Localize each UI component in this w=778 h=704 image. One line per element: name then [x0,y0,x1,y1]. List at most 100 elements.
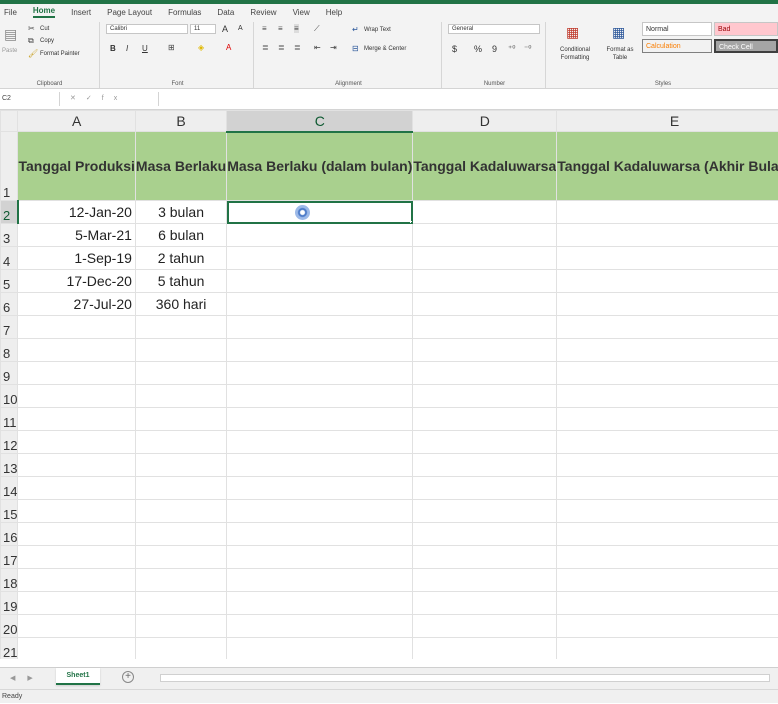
cell[interactable] [556,246,778,270]
orientation-icon[interactable]: ⟋ [314,24,320,34]
font-color-icon[interactable]: A [226,43,231,52]
cell[interactable] [412,338,558,362]
font-size-dropdown[interactable]: 11 [190,24,216,34]
sheet-tab-sheet1[interactable]: Sheet1 [56,668,100,685]
row-header[interactable]: 17 [0,545,19,569]
header-cell-tanggal-kadaluwarsa-akhir[interactable]: Tanggal Kadaluwarsa (Akhir Bulan) [556,131,778,201]
cell[interactable] [134,384,228,408]
cell[interactable] [17,338,136,362]
cell-production-date[interactable]: 12-Jan-20 [17,200,136,224]
cell[interactable] [412,453,558,477]
cell[interactable] [556,453,778,477]
cell[interactable] [134,522,228,546]
cell-production-date[interactable]: 17-Dec-20 [17,269,136,293]
cell[interactable] [556,315,778,339]
cell-validity[interactable]: 5 tahun [134,269,228,293]
style-bad[interactable]: Bad [714,22,778,36]
cell[interactable] [17,453,136,477]
cell[interactable] [226,476,414,500]
shrink-font-button[interactable]: A [238,25,243,32]
cell[interactable] [17,407,136,431]
active-cell-c2[interactable] [226,200,414,224]
row-header[interactable]: 19 [0,591,19,615]
comma-button[interactable]: 9 [492,44,497,54]
header-cell-tanggal-produksi[interactable]: Tanggal Produksi [17,131,136,201]
cell[interactable] [226,591,414,615]
cell-validity[interactable]: 360 hari [134,292,228,316]
horizontal-scrollbar[interactable] [160,674,770,682]
tab-insert[interactable]: Insert [71,8,91,18]
cell[interactable] [17,361,136,385]
cell[interactable] [226,568,414,592]
cell[interactable] [17,568,136,592]
wrap-text-icon[interactable]: ↵ [352,25,359,34]
row-header[interactable]: 15 [0,499,19,523]
enter-icon[interactable]: ✓ [86,95,102,102]
paste-icon[interactable]: ▤ [4,26,17,43]
cell[interactable] [412,246,558,270]
cell[interactable] [556,223,778,247]
cell-validity[interactable]: 2 tahun [134,246,228,270]
row-header[interactable]: 10 [0,384,19,408]
cell[interactable] [134,407,228,431]
align-center-icon[interactable]: ≣ [278,43,285,52]
align-top-icon[interactable]: ≡ [262,24,267,33]
cell[interactable] [412,315,558,339]
tab-view[interactable]: View [293,8,310,18]
tab-data[interactable]: Data [217,8,234,18]
row-header[interactable]: 1 [0,131,19,201]
cell[interactable] [134,568,228,592]
row-header[interactable]: 4 [0,246,19,270]
cell[interactable] [412,614,558,638]
cell[interactable] [412,545,558,569]
cell[interactable] [556,614,778,638]
cell[interactable] [226,315,414,339]
tab-formulas[interactable]: Formulas [168,8,201,18]
cancel-icon[interactable]: ✕ [70,95,86,102]
column-header-d[interactable]: D [412,110,558,132]
cell[interactable] [226,453,414,477]
format-painter-button[interactable]: Format Painter [40,51,80,57]
cell[interactable] [556,545,778,569]
cell-validity[interactable]: 3 bulan [134,200,228,224]
cell[interactable] [134,430,228,454]
cell[interactable] [226,499,414,523]
next-sheet-icon[interactable]: ▶ [27,675,44,682]
cell[interactable] [556,338,778,362]
number-format-dropdown[interactable]: General [448,24,540,34]
cell[interactable] [556,361,778,385]
row-header[interactable]: 2 [0,200,19,224]
cell[interactable] [134,315,228,339]
cell[interactable] [226,384,414,408]
cell[interactable] [226,292,414,316]
row-header[interactable]: 20 [0,614,19,638]
add-sheet-icon[interactable]: + [122,671,134,683]
cell[interactable] [556,292,778,316]
format-painter-icon[interactable]: 🖌 [28,49,38,58]
fx-icon[interactable]: fx [102,95,127,102]
row-header[interactable]: 12 [0,430,19,454]
cell[interactable] [134,361,228,385]
cell[interactable] [556,568,778,592]
cell[interactable] [556,522,778,546]
cell[interactable] [17,545,136,569]
column-header-e[interactable]: E [556,110,778,132]
cell[interactable] [17,315,136,339]
cell[interactable] [556,430,778,454]
prev-sheet-icon[interactable]: ◀ [10,675,27,682]
select-all-corner[interactable] [0,110,19,132]
cell[interactable] [412,384,558,408]
tab-home[interactable]: Home [32,6,56,18]
wrap-text-button[interactable]: Wrap Text [364,27,391,33]
cell[interactable] [17,614,136,638]
cell[interactable] [412,407,558,431]
format-as-table-button[interactable]: Format as Table [602,46,638,62]
cell[interactable] [412,568,558,592]
increase-indent-icon[interactable]: ⇥ [330,43,337,52]
align-bottom-icon[interactable]: ≡ [294,24,299,33]
cell[interactable] [134,591,228,615]
cell-production-date[interactable]: 5-Mar-21 [17,223,136,247]
cut-icon[interactable]: ✂ [28,24,35,33]
cell[interactable] [556,499,778,523]
cell[interactable] [412,637,558,659]
